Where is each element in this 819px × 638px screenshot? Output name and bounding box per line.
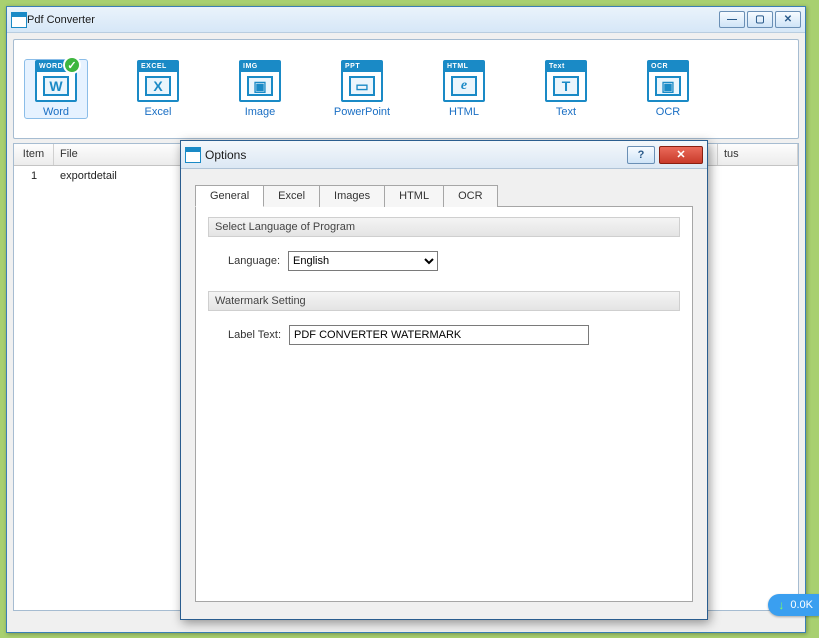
app-icon — [11, 12, 27, 28]
minimize-button[interactable]: — — [719, 11, 745, 28]
format-excel[interactable]: EXCELX Excel — [126, 60, 190, 118]
dialog-title: Options — [205, 148, 627, 162]
watermark-label: Label Text: — [228, 329, 281, 341]
format-word[interactable]: WORD W ✓ Word — [24, 59, 88, 119]
help-button[interactable]: ? — [627, 146, 655, 164]
language-select[interactable]: English — [288, 251, 438, 271]
tab-excel[interactable]: Excel — [263, 185, 320, 207]
tab-panel-general: Select Language of Program Language: Eng… — [195, 206, 693, 602]
watermark-input[interactable] — [289, 325, 589, 345]
text-icon: T — [553, 76, 579, 96]
dialog-close-button[interactable]: ✕ — [659, 146, 703, 164]
word-icon: W — [43, 76, 69, 96]
arrow-down-icon: ↓ — [778, 598, 784, 612]
powerpoint-icon: ▭ — [349, 76, 375, 96]
tab-html[interactable]: HTML — [384, 185, 444, 207]
section-language-header: Select Language of Program — [208, 217, 680, 237]
html-icon: e — [451, 76, 477, 96]
format-image[interactable]: IMG▣ Image — [228, 60, 292, 118]
close-button[interactable]: ✕ — [775, 11, 801, 28]
col-item[interactable]: Item — [14, 144, 54, 165]
dialog-titlebar: Options ? ✕ — [181, 141, 707, 169]
col-status[interactable]: tus — [718, 144, 798, 165]
tab-images[interactable]: Images — [319, 185, 385, 207]
language-label: Language: — [228, 255, 280, 267]
badge-text: 0.0K — [790, 599, 813, 611]
options-dialog: Options ? ✕ General Excel Images HTML OC… — [180, 140, 708, 620]
format-html[interactable]: HTMLe HTML — [432, 60, 496, 118]
format-ocr[interactable]: OCR▣ OCR — [636, 60, 700, 118]
section-watermark-header: Watermark Setting — [208, 291, 680, 311]
format-text[interactable]: TextT Text — [534, 60, 598, 118]
image-icon: ▣ — [247, 76, 273, 96]
window-title: Pdf Converter — [27, 14, 719, 26]
format-toolbar: WORD W ✓ Word EXCELX Excel IMG▣ Image PP… — [13, 39, 799, 139]
dialog-app-icon — [185, 147, 201, 163]
tab-general[interactable]: General — [195, 185, 264, 207]
status-badge[interactable]: ↓ 0.0K — [768, 594, 819, 616]
ocr-icon: ▣ — [655, 76, 681, 96]
tab-ocr[interactable]: OCR — [443, 185, 497, 207]
excel-icon: X — [145, 76, 171, 96]
maximize-button[interactable]: ▢ — [747, 11, 773, 28]
format-powerpoint[interactable]: PPT▭ PowerPoint — [330, 60, 394, 118]
options-tabs: General Excel Images HTML OCR — [195, 185, 693, 207]
titlebar: Pdf Converter — ▢ ✕ — [7, 7, 805, 33]
check-icon: ✓ — [63, 56, 81, 74]
